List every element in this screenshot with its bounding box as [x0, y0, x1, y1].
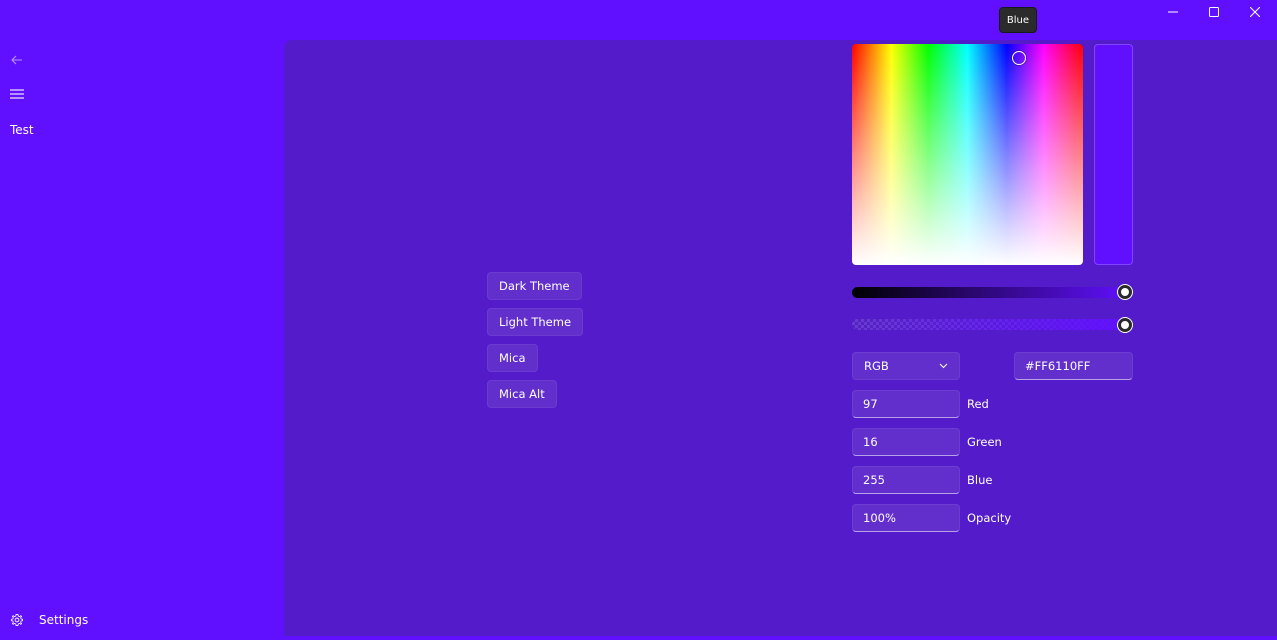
mica-button[interactable]: Mica	[487, 344, 538, 372]
red-label: Red	[967, 397, 989, 411]
opacity-label: Opacity	[967, 511, 1012, 525]
hex-input[interactable]: #FF6110FF	[1014, 352, 1133, 380]
nav-item-settings[interactable]: Settings	[0, 604, 284, 636]
menu-toggle-button[interactable]	[6, 83, 28, 105]
maximize-button[interactable]	[1192, 0, 1236, 24]
tooltip: Blue	[999, 7, 1037, 33]
close-button[interactable]	[1233, 0, 1277, 24]
color-model-value: RGB	[864, 359, 889, 373]
close-icon	[1250, 7, 1260, 17]
mica-alt-button[interactable]: Mica Alt	[487, 380, 557, 408]
opacity-input[interactable]: 100%	[852, 504, 960, 532]
back-arrow-icon	[11, 55, 22, 65]
color-spectrum[interactable]	[852, 44, 1083, 265]
hamburger-icon	[10, 89, 24, 99]
maximize-icon	[1209, 7, 1219, 17]
nav-item-test[interactable]: Test	[10, 123, 34, 137]
minimize-button[interactable]	[1151, 0, 1195, 24]
blue-label: Blue	[967, 473, 993, 487]
light-theme-button[interactable]: Light Theme	[487, 308, 584, 336]
color-preview	[1094, 44, 1133, 265]
dark-theme-button[interactable]: Dark Theme	[487, 272, 582, 300]
app-window: Blue Test Settings Dark Theme Light Them…	[0, 0, 1277, 640]
green-label: Green	[967, 435, 1002, 449]
color-model-dropdown[interactable]: RGB	[852, 352, 960, 380]
value-slider[interactable]	[852, 287, 1132, 298]
gear-icon	[10, 613, 24, 627]
spectrum-selector-thumb[interactable]	[1012, 51, 1026, 65]
back-button[interactable]	[6, 49, 28, 71]
green-input[interactable]: 16	[852, 428, 960, 456]
bottom-edge	[0, 636, 1277, 640]
opacity-slider[interactable]	[852, 319, 1132, 330]
settings-label: Settings	[39, 613, 89, 627]
blue-input[interactable]: 255	[852, 466, 960, 494]
minimize-icon	[1168, 11, 1178, 13]
red-input[interactable]: 97	[852, 390, 960, 418]
value-slider-thumb[interactable]	[1118, 285, 1132, 299]
opacity-slider-thumb[interactable]	[1118, 318, 1132, 332]
chevron-down-icon	[939, 363, 948, 369]
